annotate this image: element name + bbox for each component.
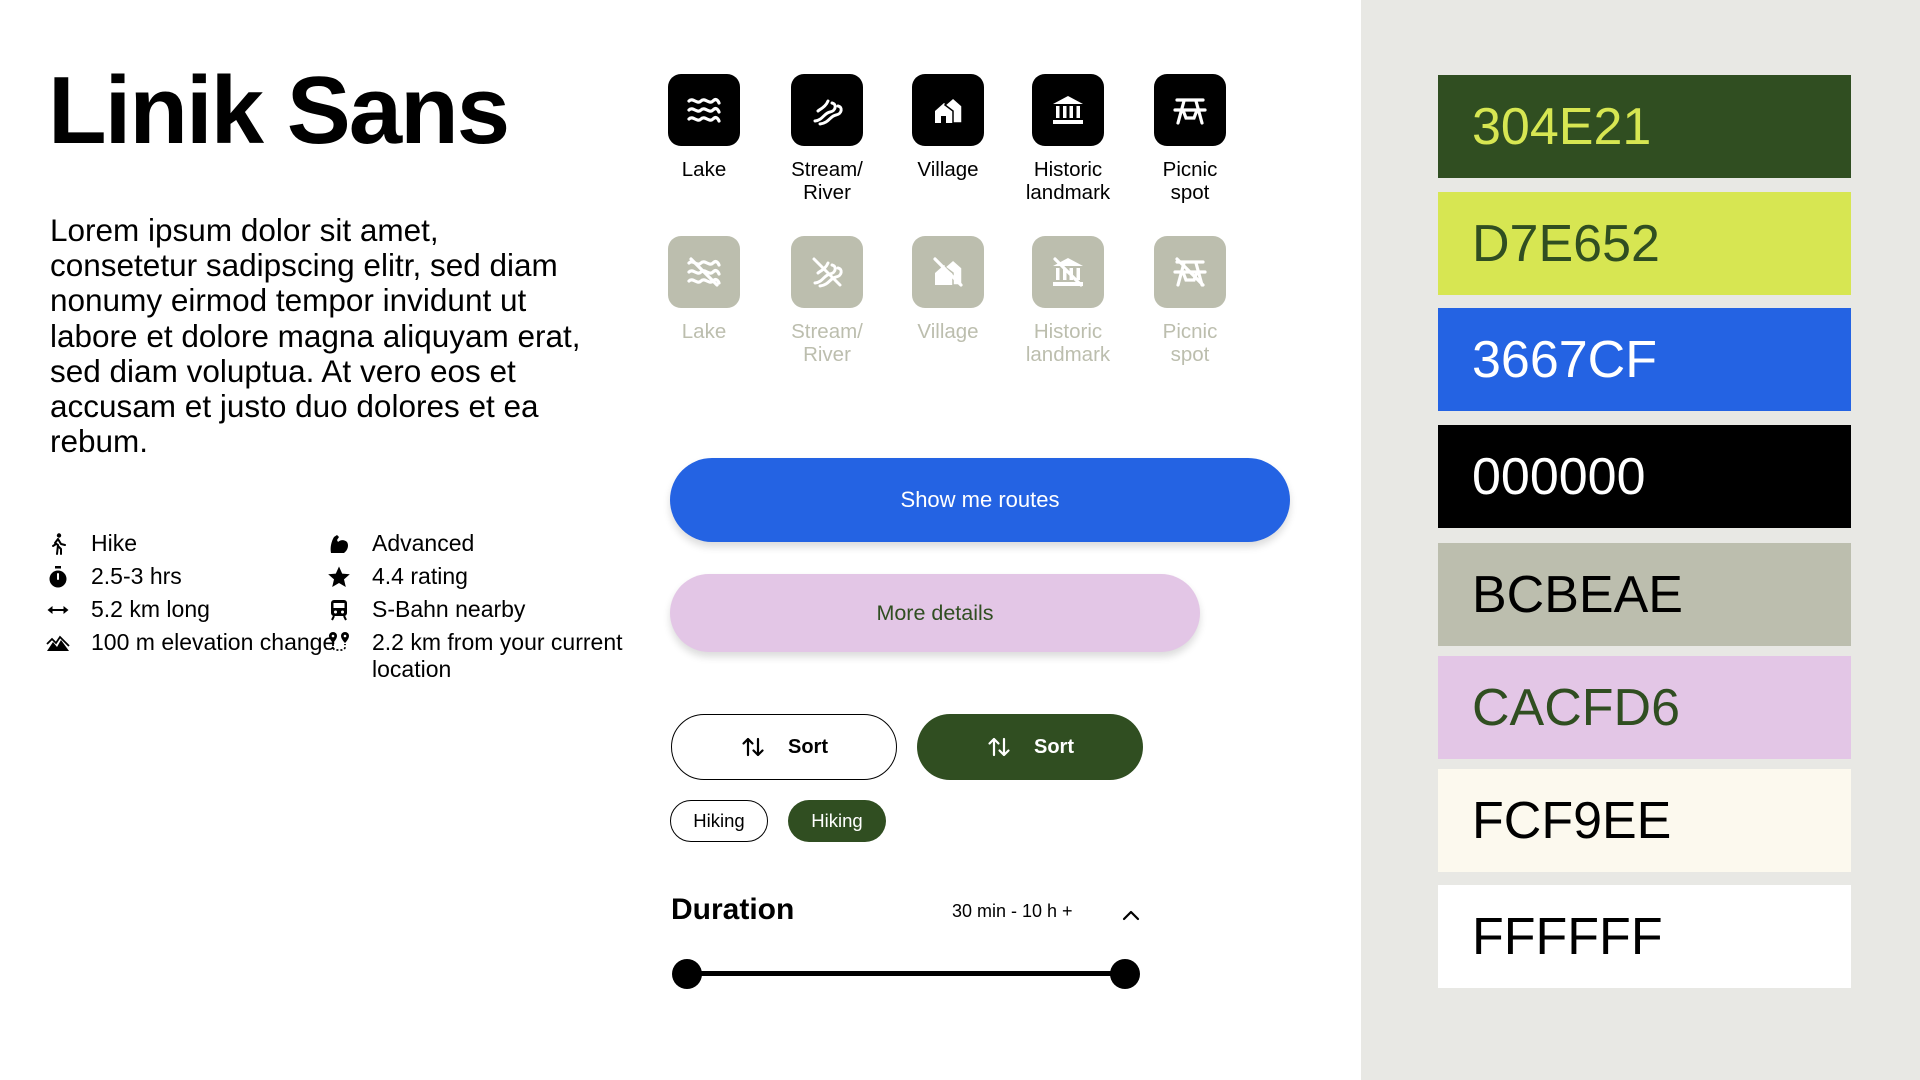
route-meta-right: Advanced 4.4 rating S-Bahn nearby 2.2 km… (327, 530, 627, 689)
sort-button-filled[interactable]: Sort (917, 714, 1143, 780)
sort-label: Sort (788, 735, 828, 758)
meta-text: 5.2 km long (91, 596, 210, 622)
meta-text: Advanced (372, 530, 475, 556)
color-swatch: FFFFFF (1438, 885, 1851, 988)
poi-label: Stream/ River (791, 320, 863, 366)
meta-item-elevation: 100 m elevation change (46, 629, 346, 656)
slider-max-handle[interactable] (1110, 959, 1140, 989)
poi-label: Historic landmark (1025, 320, 1111, 366)
hiker-icon (46, 532, 70, 556)
meta-item-distance: 5.2 km long (46, 596, 346, 623)
poi-label: Stream/ River (791, 158, 863, 204)
meta-text: 4.4 rating (372, 563, 468, 589)
poi-village[interactable]: Village (883, 74, 1013, 181)
meta-text: S-Bahn nearby (372, 596, 526, 622)
font-name-title: Linik Sans (48, 57, 510, 164)
meta-text: 2.5-3 hrs (91, 563, 182, 589)
poi-village-disabled: Village (883, 236, 1013, 343)
color-swatch: 3667CF (1438, 308, 1851, 411)
poi-stream-river[interactable]: Stream/ River (762, 74, 892, 204)
flexed-arm-icon (327, 532, 351, 556)
poi-label: Picnic spot (1162, 158, 1218, 204)
swatch-hex: 304E21 (1472, 97, 1652, 156)
duration-title: Duration (671, 893, 795, 926)
swatch-hex: FCF9EE (1472, 791, 1672, 850)
meta-item-location: 2.2 km from your current location (327, 629, 627, 683)
sort-button-outline[interactable]: Sort (671, 714, 897, 780)
chevron-up-icon[interactable] (1119, 903, 1143, 927)
meta-item-rating: 4.4 rating (327, 563, 627, 590)
swatch-hex: FFFFFF (1472, 907, 1663, 966)
poi-picnic-spot-disabled: Picnic spot (1125, 236, 1255, 366)
poi-label: Lake (681, 158, 727, 181)
historic-landmark-off-icon (1032, 236, 1104, 308)
meta-text: 2.2 km from your current location (372, 629, 623, 682)
train-icon (327, 598, 351, 622)
lake-icon (668, 74, 740, 146)
sort-icon (742, 737, 764, 757)
poi-stream-river-disabled: Stream/ River (762, 236, 892, 366)
style-guide-main: Linik Sans Lorem ipsum dolor sit amet, c… (0, 0, 1361, 1080)
star-icon (327, 565, 351, 589)
route-meta-left: Hike 2.5-3 hrs 5.2 km long 100 m elevati… (46, 530, 346, 662)
picnic-spot-icon (1154, 74, 1226, 146)
sort-icon (988, 737, 1010, 757)
swatch-hex: 000000 (1472, 447, 1646, 506)
poi-lake[interactable]: Lake (639, 74, 769, 181)
poi-label: Village (917, 320, 979, 343)
slider-track (687, 971, 1125, 976)
poi-label: Picnic spot (1162, 320, 1218, 366)
poi-picnic-spot[interactable]: Picnic spot (1125, 74, 1255, 204)
swatch-hex: BCBEAE (1472, 565, 1683, 624)
elevation-icon (46, 631, 70, 655)
more-details-button[interactable]: More details (670, 574, 1200, 652)
meta-item-activity: Hike (46, 530, 346, 557)
stream-river-icon (791, 74, 863, 146)
village-off-icon (912, 236, 984, 308)
swatch-hex: 3667CF (1472, 330, 1657, 389)
color-swatch: 304E21 (1438, 75, 1851, 178)
route-pins-icon (327, 631, 351, 655)
meta-text: Hike (91, 530, 138, 556)
color-swatch: BCBEAE (1438, 543, 1851, 646)
hiking-chip-unselected[interactable]: Hiking (670, 800, 768, 842)
duration-range-slider[interactable] (671, 958, 1141, 989)
swatch-hex: CACFD6 (1472, 678, 1681, 737)
poi-historic-landmark[interactable]: Historic landmark (1003, 74, 1133, 204)
lake-off-icon (668, 236, 740, 308)
show-routes-button[interactable]: Show me routes (670, 458, 1290, 542)
duration-range-value: 30 min - 10 h + (952, 901, 1073, 921)
stream-river-off-icon (791, 236, 863, 308)
meta-item-transit: S-Bahn nearby (327, 596, 627, 623)
poi-label: Lake (681, 320, 727, 343)
hiking-chip-selected[interactable]: Hiking (788, 800, 886, 842)
stopwatch-icon (46, 565, 70, 589)
color-swatch: CACFD6 (1438, 656, 1851, 759)
meta-text: 100 m elevation change (91, 629, 336, 655)
picnic-spot-off-icon (1154, 236, 1226, 308)
sample-paragraph: Lorem ipsum dolor sit amet, consetetur s… (50, 212, 581, 460)
meta-item-time: 2.5-3 hrs (46, 563, 346, 590)
slider-min-handle[interactable] (672, 959, 702, 989)
color-swatch: FCF9EE (1438, 769, 1851, 872)
village-icon (912, 74, 984, 146)
swatch-hex: D7E652 (1472, 214, 1660, 273)
poi-label: Village (917, 158, 979, 181)
horizontal-arrows-icon (46, 598, 70, 622)
color-swatch: D7E652 (1438, 192, 1851, 295)
color-swatch: 000000 (1438, 425, 1851, 528)
poi-historic-landmark-disabled: Historic landmark (1003, 236, 1133, 366)
historic-landmark-icon (1032, 74, 1104, 146)
sort-label: Sort (1034, 735, 1074, 758)
poi-lake-disabled: Lake (639, 236, 769, 343)
meta-item-difficulty: Advanced (327, 530, 627, 557)
poi-label: Historic landmark (1025, 158, 1111, 204)
